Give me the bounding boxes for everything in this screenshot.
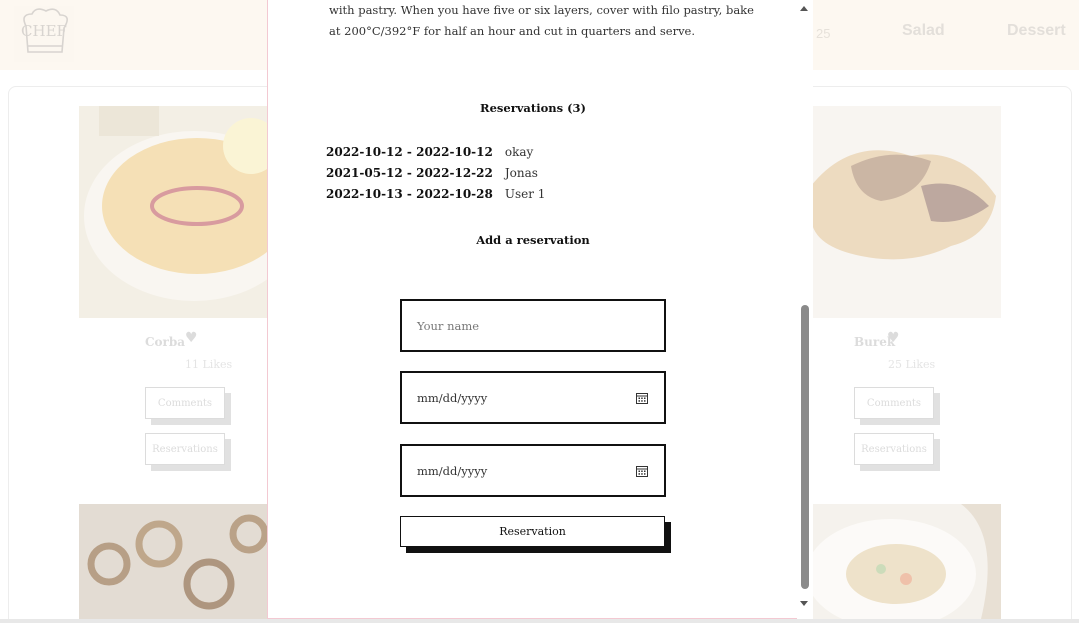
fried-rings-image-icon [79,504,269,619]
recipe-instructions-text: with pastry. When you have five or six l… [329,3,754,38]
name-input-placeholder: Your name [417,318,480,333]
nav-item-salad[interactable]: Salad [902,22,945,40]
likes-count-corba: 11 Likes [185,358,233,371]
burek-pastry-image-icon [811,106,1001,318]
heart-icon[interactable]: ♥ [185,330,198,346]
meal-name-corba: Corba [145,335,186,349]
scroll-up-arrow-icon[interactable] [800,6,808,11]
nav-item-dessert[interactable]: Dessert [1007,22,1066,40]
reservation-dates: 2022-10-13 - 2022-10-28 [326,186,493,201]
scrollbar-thumb[interactable] [801,305,809,589]
reservation-submit-button[interactable]: Reservation [400,516,665,547]
window-bottom-edge [0,619,1079,623]
reservation-submit-wrapper: Reservation [400,516,672,554]
reservations-heading: Reservations (3) [480,101,586,115]
list-item: 2022-10-12 - 2022-10-12 okay [326,141,545,162]
comments-button-burek[interactable]: Comments [854,387,934,419]
soup-bowl-image-icon [79,106,269,318]
reservation-dates: 2022-10-12 - 2022-10-12 [326,144,493,159]
end-date-placeholder: mm/dd/yyyy [417,463,488,478]
add-reservation-heading: Add a reservation [476,233,590,247]
reservation-name: Jonas [504,165,538,180]
nav-item-count[interactable]: 25 [816,26,830,41]
start-date-placeholder: mm/dd/yyyy [417,390,488,405]
reservations-button-burek[interactable]: Reservations [854,433,934,465]
reservations-button-corba[interactable]: Reservations [145,433,225,465]
chef-hat-logo-icon[interactable]: CHEF [14,6,74,62]
meal-image-corba [79,106,269,318]
comments-button-corba[interactable]: Comments [145,387,225,419]
start-date-input[interactable]: mm/dd/yyyy [400,371,666,424]
list-item: 2021-05-12 - 2022-12-22 Jonas [326,162,545,183]
calendar-icon[interactable] [636,465,648,477]
calendar-icon[interactable] [636,392,648,404]
reservation-name: User 1 [504,186,546,201]
meal-image-row2-left [79,504,269,619]
name-input[interactable]: Your name [400,299,666,352]
meal-image-burek [811,106,1001,318]
reservation-dates: 2021-05-12 - 2022-12-22 [326,165,493,180]
end-date-input[interactable]: mm/dd/yyyy [400,444,666,497]
heart-icon[interactable]: ♥ [887,330,900,346]
reservation-modal: with pastry. When you have five or six l… [267,0,813,619]
likes-count-burek: 25 Likes [888,358,936,371]
scroll-down-arrow-icon[interactable] [800,601,808,606]
plated-dish-image-icon [811,504,1001,619]
list-item: 2022-10-13 - 2022-10-28 User 1 [326,183,545,204]
reservation-name: okay [504,144,534,159]
meal-image-row2-right [811,504,1001,619]
reservations-list: 2022-10-12 - 2022-10-12 okay 2021-05-12 … [326,141,545,204]
logo-text: CHEF [21,22,67,40]
